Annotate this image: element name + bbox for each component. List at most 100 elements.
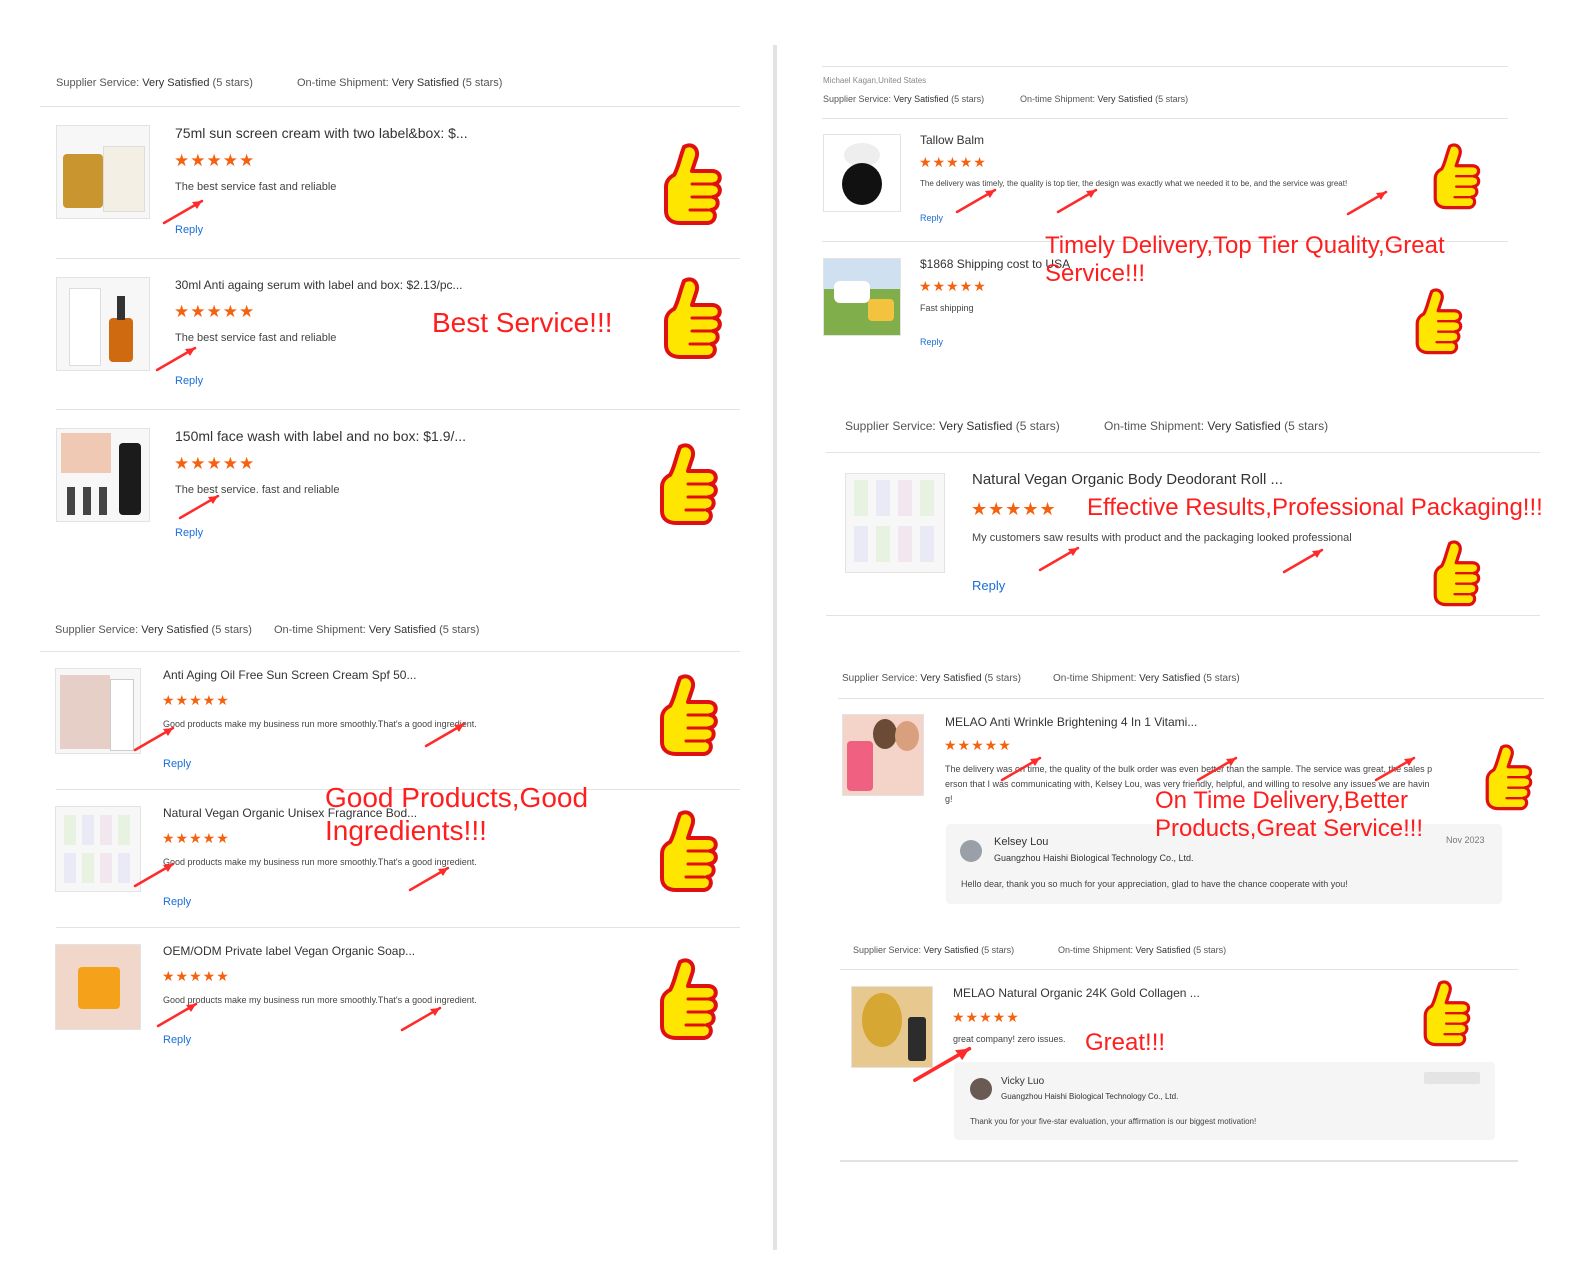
blurred-date [1424,1072,1480,1084]
supplier-service-value: Very Satisfied [939,419,1013,433]
supplier-service-value: Very Satisfied [141,624,209,636]
product-image[interactable] [823,134,901,212]
ontime-shipment-value: Very Satisfied [1207,419,1281,433]
arrow-icon [1056,188,1098,214]
review-comment: The best service fast and reliable [175,181,337,193]
supplier-service-label: Supplier Service: [55,624,139,636]
divider [40,651,740,652]
annotation-text: Effective Results,Professional Packaging… [1087,494,1543,521]
annotation-line: On Time Delivery,Better [1155,787,1408,814]
annotation-text: Good Products,Good Ingredients!!! [325,781,588,847]
ontime-shipment-value: Very Satisfied [368,624,437,636]
product-image[interactable] [55,944,141,1030]
thumbs-up-icon [1423,980,1471,1047]
supplier-service-rating: Supplier Service: Very Satisfied (5 star… [56,77,253,89]
supplier-service-stars: (5 stars) [984,673,1021,684]
arrow-icon [424,722,466,748]
product-title[interactable]: 30ml Anti againg serum with label and bo… [175,278,463,292]
product-title[interactable]: OEM/ODM Private label Vegan Organic Soap… [163,944,415,958]
product-image[interactable] [56,277,150,371]
ontime-shipment-rating: On-time Shipment: Very Satisfied (5 star… [297,77,502,89]
product-title[interactable]: 75ml sun screen cream with two label&box… [175,125,468,141]
product-image[interactable] [55,806,141,892]
divider [826,615,1540,616]
ontime-shipment-label: On-time Shipment: [1053,673,1137,684]
arrow-icon [133,862,175,888]
arrow-icon [1038,546,1080,572]
supplier-service-rating: Supplier Service: Very Satisfied (5 star… [853,945,1014,955]
ontime-shipment-stars: (5 stars) [1203,673,1240,684]
arrow-icon [1000,756,1042,782]
product-image[interactable] [56,125,150,219]
annotation-line: Service!!! [1045,260,1146,288]
rating-stars: ★★★★★ [944,737,1012,753]
review-comment: Fast shipping [920,303,974,313]
divider [56,409,740,410]
product-title[interactable]: 150ml face wash with label and no box: $… [175,428,466,444]
supplier-reply-name: Vicky Luo [1001,1076,1045,1087]
reply-link[interactable]: Reply [175,375,203,387]
reply-link[interactable]: Reply [163,1034,191,1046]
arrow-icon [1346,190,1388,216]
rating-stars: ★★★★★ [174,151,256,170]
divider [40,106,740,107]
thumbs-up-icon [660,443,718,525]
product-image[interactable] [55,668,141,754]
supplier-reply-text: Thank you for your five-star evaluation,… [970,1117,1257,1126]
reviewer-name: Michael Kagan,United States [823,76,927,85]
supplier-reply-date: Nov 2023 [1446,835,1485,845]
ontime-shipment-value: Very Satisfied [391,77,460,89]
product-title[interactable]: Natural Vegan Organic Body Deodorant Rol… [972,471,1283,488]
product-image[interactable] [56,428,150,522]
product-title[interactable]: MELAO Anti Wrinkle Brightening 4 In 1 Vi… [945,715,1197,729]
product-image[interactable] [823,258,901,336]
thumbs-up-icon [660,810,718,892]
reply-link[interactable]: Reply [920,213,943,223]
annotation-text: On Time Delivery,Better Products,Great S… [1155,787,1423,844]
supplier-service-value: Very Satisfied [923,945,979,955]
supplier-reply-company: Guangzhou Haishi Biological Technology C… [1001,1092,1179,1101]
supplier-service-stars: (5 stars) [212,77,253,89]
ontime-shipment-label: On-time Shipment: [1020,94,1096,104]
ontime-shipment-stars: (5 stars) [439,624,480,636]
rating-stars: ★★★★★ [162,968,230,984]
rating-stars: ★★★★★ [174,454,256,473]
product-title[interactable]: MELAO Natural Organic 24K Gold Collagen … [953,986,1200,1000]
supplier-reply-name: Kelsey Lou [994,836,1049,848]
ontime-shipment-value: Very Satisfied [1139,673,1201,684]
supplier-service-label: Supplier Service: [842,673,918,684]
supplier-service-stars: (5 stars) [211,624,252,636]
divider [822,118,1508,119]
product-title[interactable]: Tallow Balm [920,133,984,147]
ontime-shipment-label: On-time Shipment: [274,624,366,636]
rating-stars: ★★★★★ [162,692,230,708]
arrow-icon [133,726,175,752]
supplier-service-label: Supplier Service: [56,77,140,89]
reply-link[interactable]: Reply [175,527,203,539]
reply-link[interactable]: Reply [163,758,191,770]
reply-link[interactable]: Reply [972,578,1005,593]
thumbs-up-icon [1433,143,1481,210]
thumbs-up-icon [1433,540,1481,607]
product-title[interactable]: Anti Aging Oil Free Sun Screen Cream Spf… [163,668,416,682]
arrow-icon [162,199,204,225]
rating-stars: ★★★★★ [919,154,987,170]
reply-link[interactable]: Reply [920,337,943,347]
avatar [960,840,982,862]
thumbs-up-icon [660,958,718,1040]
ontime-shipment-value: Very Satisfied [1135,945,1191,955]
ontime-shipment-rating: On-time Shipment: Very Satisfied (5 star… [1058,945,1226,955]
reply-link[interactable]: Reply [163,896,191,908]
supplier-service-label: Supplier Service: [853,945,922,955]
supplier-service-stars: (5 stars) [981,945,1015,955]
annotation-line: Products,Great Service!!! [1155,815,1424,843]
annotation-text: Great!!! [1085,1029,1166,1056]
product-image[interactable] [842,714,924,796]
annotation-text: Timely Delivery,Top Tier Quality,Great S… [1045,232,1445,289]
supplier-service-rating: Supplier Service: Very Satisfied (5 star… [845,419,1060,433]
ontime-shipment-rating: On-time Shipment: Very Satisfied (5 star… [1104,419,1328,433]
product-image[interactable] [845,473,945,573]
review-comment: My customers saw results with product an… [972,532,1352,544]
supplier-service-label: Supplier Service: [823,94,892,104]
ontime-shipment-label: On-time Shipment: [297,77,389,89]
